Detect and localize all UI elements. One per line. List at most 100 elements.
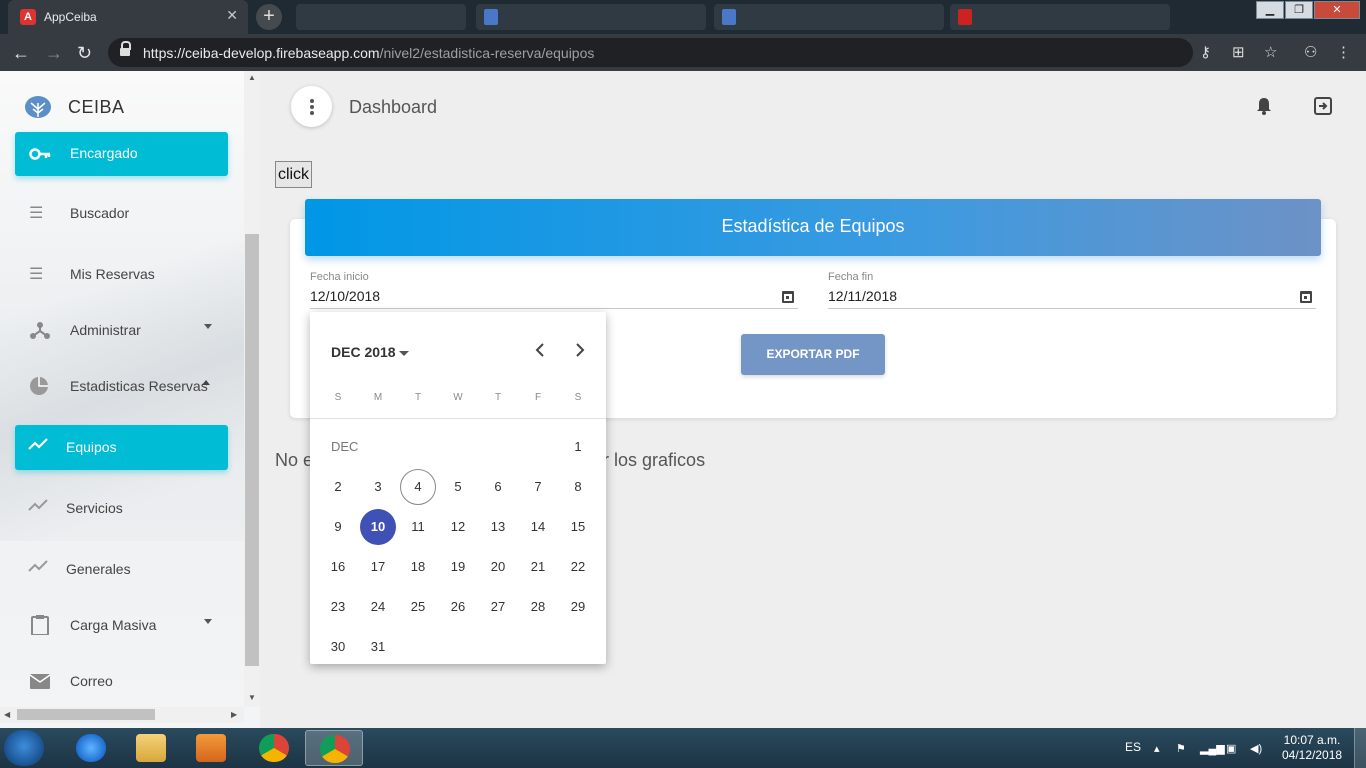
address-bar[interactable]: https://ceiba-develop.firebaseapp.com/ni… <box>108 38 1193 67</box>
export-pdf-button[interactable]: EXPORTAR PDF <box>741 334 885 375</box>
calendar-day[interactable]: 15 <box>560 509 596 545</box>
start-date-value[interactable]: 12/10/2018 <box>310 288 380 304</box>
sidebar-item-administrar[interactable]: Administrar <box>15 308 228 352</box>
show-desktop-button[interactable] <box>1354 728 1366 768</box>
language-indicator[interactable]: ES <box>1125 740 1141 754</box>
translate-icon[interactable]: ⊞ <box>1232 43 1245 61</box>
bookmark-star-icon[interactable]: ☆ <box>1264 43 1277 61</box>
calendar-day[interactable]: 27 <box>480 589 516 625</box>
calendar-day[interactable]: 13 <box>480 509 516 545</box>
minimize-button[interactable]: ▁ <box>1256 1 1284 19</box>
scroll-up-arrow-icon[interactable]: ▲ <box>248 73 256 82</box>
end-date-value[interactable]: 12/11/2018 <box>828 288 897 304</box>
scroll-down-arrow-icon[interactable]: ▼ <box>248 693 256 702</box>
back-arrow-icon[interactable]: ← <box>12 43 30 64</box>
calendar-day[interactable]: 11 <box>400 509 436 545</box>
calendar-day[interactable]: 28 <box>520 589 556 625</box>
calendar-day[interactable]: 6 <box>480 469 516 505</box>
calendar-day[interactable]: 7 <box>520 469 556 505</box>
calendar-day[interactable]: 22 <box>560 549 596 585</box>
start-button[interactable] <box>4 730 44 766</box>
sidebar-item-encargado[interactable]: Encargado <box>15 132 228 176</box>
sidebar-item-estadisticas-reservas[interactable]: Estadisticas Reservas <box>15 364 228 408</box>
new-tab-button[interactable]: + <box>256 4 282 30</box>
calendar-day-today[interactable]: 4 <box>400 469 436 505</box>
caret-down-icon[interactable] <box>399 351 409 356</box>
calendar-day[interactable]: 8 <box>560 469 596 505</box>
volume-icon[interactable]: ◀) <box>1250 742 1262 755</box>
sidebar-item-mis-reservas[interactable]: ☰ Mis Reservas <box>15 252 228 296</box>
forward-arrow-icon[interactable]: → <box>45 43 63 64</box>
maximize-button[interactable]: ❐ <box>1285 1 1313 19</box>
calendar-day[interactable]: 23 <box>320 589 356 625</box>
extension-icon[interactable]: ⚇ <box>1304 43 1317 61</box>
sidebar-vertical-scrollbar[interactable]: ▲ ▼ <box>244 71 260 707</box>
calendar-icon[interactable] <box>782 291 794 303</box>
sidebar-item-equipos[interactable]: Equipos <box>15 425 228 470</box>
scrollbar-thumb[interactable] <box>245 234 259 666</box>
system-clock[interactable]: 10:07 a.m. 04/12/2018 <box>1282 733 1342 763</box>
window-controls: ▁ ❐ ✕ <box>1255 0 1360 20</box>
browser-tab-background[interactable] <box>714 4 944 30</box>
calendar-day[interactable]: 16 <box>320 549 356 585</box>
calendar-day[interactable]: 24 <box>360 589 396 625</box>
click-button[interactable]: click <box>275 161 312 188</box>
bell-icon[interactable] <box>1256 97 1272 115</box>
internet-explorer-taskbar-button[interactable] <box>62 730 120 766</box>
calendar-day[interactable]: 5 <box>440 469 476 505</box>
calendar-day[interactable]: 9 <box>320 509 356 545</box>
calendar-day[interactable]: 30 <box>320 629 356 665</box>
start-date-field[interactable]: Fecha inicio 12/10/2018 <box>310 271 798 309</box>
calendar-day[interactable]: 25 <box>400 589 436 625</box>
action-center-flag-icon[interactable]: ⚑ <box>1176 742 1186 755</box>
browser-tab-active[interactable]: A AppCeiba ✕ <box>8 0 248 34</box>
menu-toggle-button[interactable] <box>291 86 332 127</box>
power-icon[interactable]: ▣ <box>1226 742 1236 755</box>
sidebar-item-generales[interactable]: Generales <box>15 547 228 591</box>
calendar-day[interactable]: 1 <box>560 429 596 465</box>
calendar-day[interactable]: 3 <box>360 469 396 505</box>
chrome-taskbar-button-active[interactable] <box>305 730 363 766</box>
logout-icon[interactable] <box>1314 97 1332 115</box>
show-hidden-icons-icon[interactable]: ▴ <box>1154 742 1160 755</box>
reload-icon[interactable]: ↻ <box>77 43 92 64</box>
browser-tab-background[interactable] <box>296 4 466 30</box>
calendar-day-selected[interactable]: 10 <box>360 509 396 545</box>
chevron-right-icon[interactable] <box>574 343 586 357</box>
calendar-icon[interactable] <box>1300 291 1312 303</box>
chrome-taskbar-button[interactable] <box>245 730 303 766</box>
calendar-day[interactable]: 14 <box>520 509 556 545</box>
calendar-day[interactable]: 19 <box>440 549 476 585</box>
calendar-day[interactable]: 17 <box>360 549 396 585</box>
scrollbar-thumb[interactable] <box>17 709 155 720</box>
sidebar-item-buscador[interactable]: ☰ Buscador <box>15 191 228 235</box>
month-year-selector[interactable]: DEC 2018 <box>331 344 396 360</box>
browser-tab-background[interactable] <box>476 4 706 30</box>
chevron-left-icon[interactable] <box>534 343 546 357</box>
weekday-label: F <box>534 392 542 403</box>
scroll-right-arrow-icon[interactable]: ▶ <box>231 710 237 719</box>
divider <box>310 418 606 419</box>
sidebar-item-carga-masiva[interactable]: Carga Masiva <box>15 603 228 647</box>
sidebar-item-correo[interactable]: Correo <box>15 659 228 703</box>
media-player-taskbar-button[interactable] <box>182 730 240 766</box>
key-icon[interactable]: ⚷ <box>1200 43 1211 61</box>
calendar-day[interactable]: 31 <box>360 629 396 665</box>
file-explorer-taskbar-button[interactable] <box>122 730 180 766</box>
calendar-day[interactable]: 20 <box>480 549 516 585</box>
sidebar-horizontal-scrollbar[interactable]: ◀ ▶ <box>0 707 244 723</box>
calendar-day[interactable]: 2 <box>320 469 356 505</box>
calendar-day[interactable]: 12 <box>440 509 476 545</box>
end-date-field[interactable]: Fecha fin 12/11/2018 <box>828 271 1316 309</box>
calendar-day[interactable]: 26 <box>440 589 476 625</box>
more-vert-icon[interactable]: ⋮ <box>1336 43 1351 61</box>
close-window-button[interactable]: ✕ <box>1314 1 1360 19</box>
tab-close-icon[interactable]: ✕ <box>226 7 238 24</box>
browser-tab-background[interactable] <box>950 4 1170 30</box>
network-signal-icon[interactable]: ▂▄▆ <box>1200 742 1225 755</box>
calendar-day[interactable]: 18 <box>400 549 436 585</box>
calendar-day[interactable]: 21 <box>520 549 556 585</box>
calendar-day[interactable]: 29 <box>560 589 596 625</box>
scroll-left-arrow-icon[interactable]: ◀ <box>4 710 10 719</box>
sidebar-item-servicios[interactable]: Servicios <box>15 486 228 530</box>
